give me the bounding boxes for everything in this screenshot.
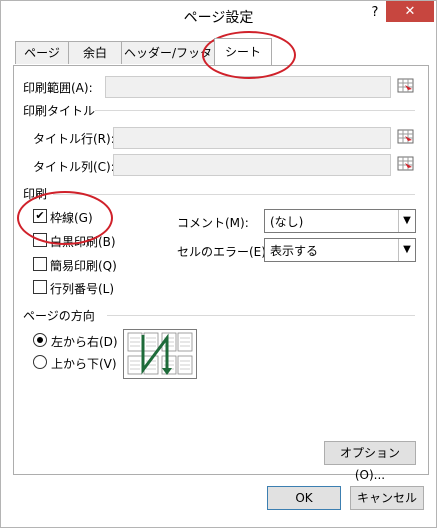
cell-errors-label: セルのエラー(E): <box>177 245 270 259</box>
ok-button[interactable]: OK <box>267 486 341 510</box>
tab-header-footer[interactable]: ヘッダー/フッター <box>121 41 215 82</box>
tab-margins[interactable]: 余白 <box>68 41 122 64</box>
gridlines-label: 枠線(G) <box>50 211 93 225</box>
comments-label: コメント(M): <box>177 216 249 230</box>
range-select-icon[interactable] <box>397 128 415 146</box>
page-order-preview <box>123 329 197 379</box>
down-then-over-radio[interactable] <box>33 333 47 347</box>
comments-value: (なし) <box>270 215 304 229</box>
range-select-icon[interactable] <box>397 155 415 173</box>
draft-label: 簡易印刷(Q) <box>50 259 117 273</box>
title-rows-field[interactable] <box>113 127 391 149</box>
help-button[interactable]: ? <box>365 4 385 22</box>
options-button[interactable]: オプション(O)... <box>324 441 416 482</box>
over-then-down-label: 上から下(V) <box>51 357 117 371</box>
over-then-down-radio[interactable] <box>33 355 47 369</box>
bw-label: 白黒印刷(B) <box>50 235 116 249</box>
draft-checkbox[interactable] <box>33 257 47 271</box>
bw-checkbox[interactable] <box>33 233 47 247</box>
print-area-label: 印刷範囲(A): <box>23 81 93 95</box>
chevron-down-icon: ▼ <box>398 210 415 232</box>
range-select-icon[interactable] <box>397 77 415 95</box>
gridlines-checkbox[interactable]: ✔ <box>33 209 47 223</box>
page-order-heading: ページの方向 <box>23 309 95 323</box>
print-titles-heading: 印刷タイトル <box>23 104 96 118</box>
title-bar: ページ設定 ? ✕ <box>1 1 436 31</box>
page-order-divider <box>107 315 415 316</box>
comments-select[interactable]: (なし) ▼ <box>264 209 416 233</box>
close-button[interactable]: ✕ <box>386 1 434 22</box>
title-cols-label: タイトル列(C): <box>33 160 115 174</box>
headings-checkbox[interactable] <box>33 280 47 294</box>
cancel-button[interactable]: キャンセル <box>350 486 424 510</box>
tab-sheet[interactable]: シート <box>214 38 272 65</box>
chevron-down-icon: ▼ <box>398 239 415 261</box>
radio-dot <box>37 337 43 343</box>
print-area-field[interactable] <box>105 76 391 98</box>
page-setup-dialog: ページ設定 ? ✕ ページ 余白 ヘッダー/フッター シート 印刷範囲(A): … <box>0 0 437 528</box>
print-heading: 印刷 <box>23 187 48 201</box>
print-titles-divider <box>95 110 415 111</box>
title-rows-label: タイトル行(R): <box>33 132 115 146</box>
title-cols-field[interactable] <box>113 154 391 176</box>
down-then-over-label: 左から右(D) <box>51 335 118 349</box>
cell-errors-value: 表示する <box>270 244 319 258</box>
headings-label: 行列番号(L) <box>50 282 115 296</box>
cell-errors-select[interactable]: 表示する ▼ <box>264 238 416 262</box>
print-divider <box>53 194 415 195</box>
tab-page[interactable]: ページ <box>15 41 69 64</box>
